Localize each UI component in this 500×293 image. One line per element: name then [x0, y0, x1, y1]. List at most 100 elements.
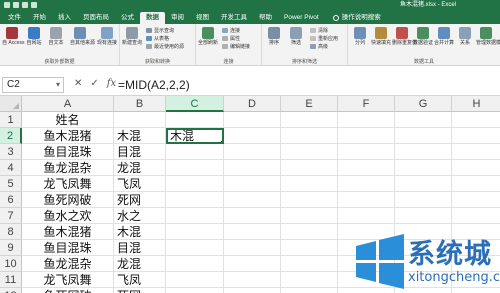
row-header-4[interactable]: 4: [0, 160, 22, 176]
cell-c12[interactable]: [166, 288, 224, 293]
cell-g6[interactable]: [395, 192, 452, 208]
row-header-9[interactable]: 9: [0, 240, 22, 256]
row-header-10[interactable]: 10: [0, 256, 22, 272]
refresh-all-button[interactable]: 全部刷新: [198, 27, 218, 46]
manage-data-model-button[interactable]: 管理数据模型: [476, 27, 500, 46]
tab-formulas[interactable]: 公式: [115, 12, 140, 24]
cell-f1[interactable]: [338, 112, 395, 128]
cell-d7[interactable]: [224, 208, 281, 224]
redo-icon[interactable]: [22, 2, 28, 8]
cell-b9[interactable]: 目混: [114, 240, 166, 256]
cell-e7[interactable]: [281, 208, 338, 224]
sort-button[interactable]: 排序: [264, 27, 284, 46]
cell-c6[interactable]: [166, 192, 224, 208]
row-header-6[interactable]: 6: [0, 192, 22, 208]
tab-power-pivot[interactable]: Power Pivot: [278, 12, 325, 24]
flash-fill-button[interactable]: 快速填充: [371, 27, 391, 46]
tab-page-layout[interactable]: 页面布局: [77, 12, 115, 24]
cell-d11[interactable]: [224, 272, 281, 288]
cell-b8[interactable]: 木混: [114, 224, 166, 240]
reapply-button[interactable]: 重新应用: [310, 35, 338, 42]
column-header-f[interactable]: F: [338, 96, 395, 112]
row-header-11[interactable]: 11: [0, 272, 22, 288]
row-header-12[interactable]: 12: [0, 288, 22, 293]
cell-h4[interactable]: [452, 160, 500, 176]
cell-a7[interactable]: 鱼水之欢: [22, 208, 114, 224]
tab-review[interactable]: 审阅: [165, 12, 190, 24]
formula-input[interactable]: =MID(A2,2,2): [118, 77, 190, 93]
edit-links-button[interactable]: 编辑链接: [222, 43, 250, 50]
cell-d2[interactable]: [224, 128, 281, 144]
cell-e2[interactable]: [281, 128, 338, 144]
cell-b11[interactable]: 飞凤: [114, 272, 166, 288]
advanced-button[interactable]: 高级: [310, 43, 328, 50]
cell-a1[interactable]: 姓名: [22, 112, 114, 128]
cell-e8[interactable]: [281, 224, 338, 240]
cell-g2[interactable]: [395, 128, 452, 144]
cell-b1[interactable]: [114, 112, 166, 128]
cell-e1[interactable]: [281, 112, 338, 128]
filter-button[interactable]: 筛选: [286, 27, 306, 46]
tab-developer[interactable]: 开发工具: [215, 12, 253, 24]
remove-duplicates-button[interactable]: 删除重复值: [392, 27, 417, 46]
cell-a3[interactable]: 鱼目混珠: [22, 144, 114, 160]
cell-h6[interactable]: [452, 192, 500, 208]
cell-b6[interactable]: 死网: [114, 192, 166, 208]
cell-g1[interactable]: [395, 112, 452, 128]
column-header-d[interactable]: D: [224, 96, 281, 112]
tab-insert[interactable]: 插入: [52, 12, 77, 24]
cell-b5[interactable]: 飞凤: [114, 176, 166, 192]
from-other-sources-button[interactable]: 自其他来源: [70, 27, 95, 46]
cell-e4[interactable]: [281, 160, 338, 176]
cell-c7[interactable]: [166, 208, 224, 224]
cell-a8[interactable]: 鱼木混猪: [22, 224, 114, 240]
cell-e5[interactable]: [281, 176, 338, 192]
cell-c1[interactable]: [166, 112, 224, 128]
row-header-3[interactable]: 3: [0, 144, 22, 160]
consolidate-button[interactable]: 合并计算: [434, 27, 454, 46]
properties-button[interactable]: 属性: [222, 35, 240, 42]
cell-b10[interactable]: 龙混: [114, 256, 166, 272]
from-table-button[interactable]: 从表格: [146, 35, 169, 42]
chevron-down-icon[interactable]: ▾: [56, 78, 60, 92]
cell-d12[interactable]: [224, 288, 281, 293]
existing-connections-button[interactable]: 现有连接: [97, 27, 117, 46]
insert-function-icon[interactable]: fx: [107, 78, 116, 89]
row-header-5[interactable]: 5: [0, 176, 22, 192]
show-queries-button[interactable]: 显示查询: [146, 27, 174, 34]
cell-d9[interactable]: [224, 240, 281, 256]
tab-home[interactable]: 开始: [27, 12, 52, 24]
cell-h3[interactable]: [452, 144, 500, 160]
cell-d4[interactable]: [224, 160, 281, 176]
column-header-h[interactable]: H: [452, 96, 500, 112]
column-header-e[interactable]: E: [281, 96, 338, 112]
cell-g5[interactable]: [395, 176, 452, 192]
cell-c8[interactable]: [166, 224, 224, 240]
cell-g4[interactable]: [395, 160, 452, 176]
cell-f2[interactable]: [338, 128, 395, 144]
column-header-a[interactable]: A: [22, 96, 114, 112]
save-icon[interactable]: [4, 2, 10, 8]
cell-h2[interactable]: [452, 128, 500, 144]
cell-d6[interactable]: [224, 192, 281, 208]
cell-b4[interactable]: 龙混: [114, 160, 166, 176]
cancel-icon[interactable]: ✕: [74, 78, 82, 89]
relationships-button[interactable]: 关系: [455, 27, 475, 46]
cell-c10[interactable]: [166, 256, 224, 272]
tab-help[interactable]: 帮助: [253, 12, 278, 24]
from-web-button[interactable]: 自网站: [24, 27, 44, 46]
from-text-button[interactable]: 自文本: [46, 27, 66, 46]
cell-a9[interactable]: 鱼目混珠: [22, 240, 114, 256]
column-header-g[interactable]: G: [395, 96, 452, 112]
cell-e9[interactable]: [281, 240, 338, 256]
cell-c2[interactable]: 木混: [166, 128, 224, 144]
cell-f6[interactable]: [338, 192, 395, 208]
cell-h1[interactable]: [452, 112, 500, 128]
cell-c9[interactable]: [166, 240, 224, 256]
data-validation-button[interactable]: 数据验证: [413, 27, 433, 46]
cell-e12[interactable]: [281, 288, 338, 293]
cell-a6[interactable]: 鱼死网破: [22, 192, 114, 208]
cell-f4[interactable]: [338, 160, 395, 176]
cell-h7[interactable]: [452, 208, 500, 224]
row-header-2[interactable]: 2: [0, 128, 22, 144]
